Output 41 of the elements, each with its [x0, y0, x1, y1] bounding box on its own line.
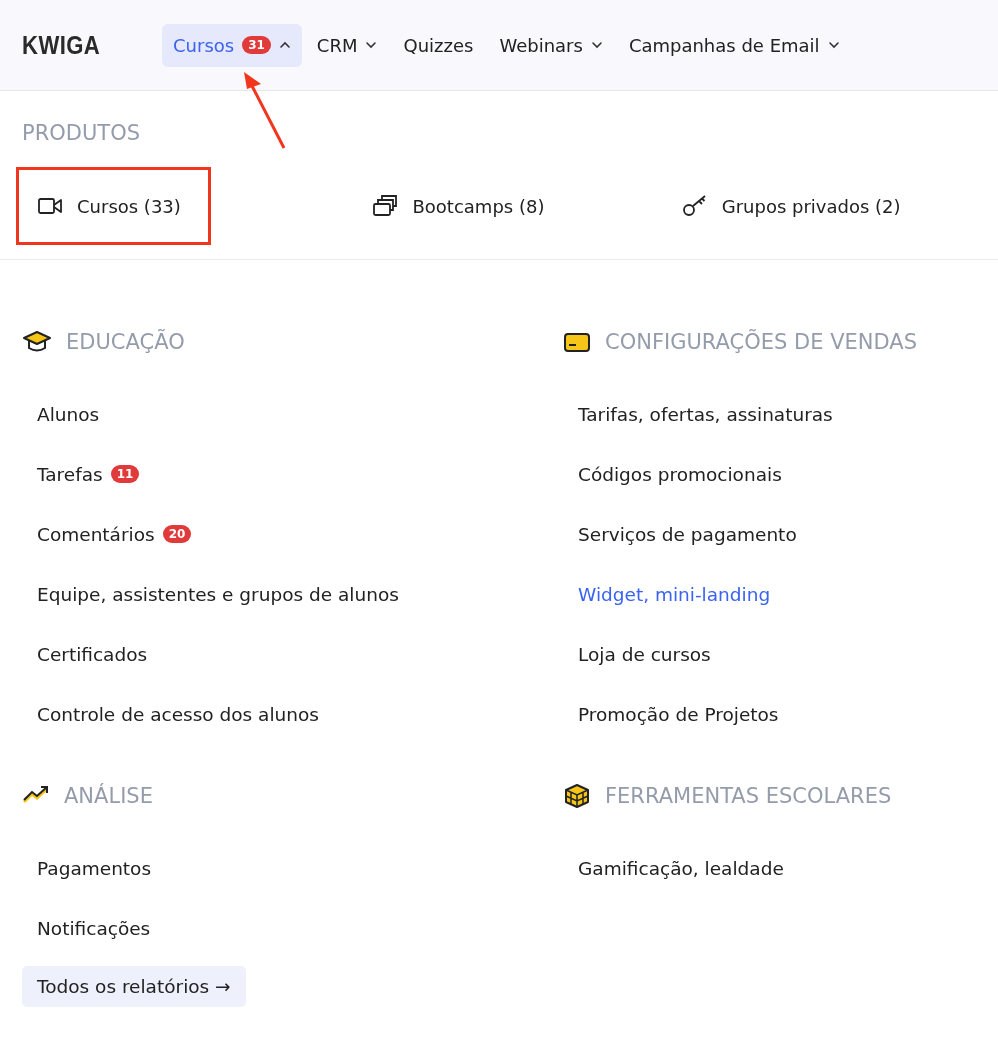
menu-link[interactable]: Serviços de pagamento	[578, 523, 797, 545]
menu-link[interactable]: Controle de acesso dos alunos	[37, 703, 319, 725]
menu-link[interactable]: Comentários	[37, 523, 155, 545]
menu-link[interactable]: Equipe, assistentes e grupos de alunos	[37, 583, 399, 605]
chevron-down-icon	[827, 41, 840, 49]
menu-link[interactable]: Certificados	[37, 643, 148, 665]
count-badge: 11	[110, 465, 140, 483]
menu-link[interactable]: Alunos	[37, 403, 100, 425]
graduation-cap-icon	[22, 330, 52, 354]
chevron-down-icon	[590, 41, 603, 49]
count-badge: 20	[162, 525, 192, 543]
key-icon	[681, 194, 708, 218]
menu-link[interactable]: Tarefas	[37, 463, 103, 485]
nav-tab[interactable]: Webinars	[488, 23, 614, 67]
section-title: CONFIGURAÇÕES DE VENDAS	[605, 330, 917, 354]
menu-link[interactable]: Pagamentos	[37, 857, 152, 879]
menu-link[interactable]: Loja de cursos	[578, 643, 711, 665]
menu-link[interactable]: Tarifas, ofertas, assinaturas	[578, 403, 833, 425]
nav-tab[interactable]: Campanhas de Email	[617, 23, 851, 67]
nav-tab[interactable]: CRM	[305, 23, 389, 67]
credit-card-icon	[563, 331, 591, 353]
chevron-up-icon	[278, 41, 291, 49]
section-title: FERRAMENTAS ESCOLARES	[605, 784, 892, 808]
video-camera-icon	[37, 196, 63, 216]
menu-link[interactable]: Códigos promocionais	[578, 463, 782, 485]
section-title: ANÁLISE	[64, 784, 153, 808]
menu-link[interactable]: Promoção de Projetos	[578, 703, 779, 725]
product-link[interactable]: Cursos (33)	[16, 167, 212, 245]
stacked-cards-icon	[372, 194, 399, 218]
chevron-down-icon	[365, 41, 378, 49]
section-title: PRODUTOS	[22, 121, 141, 145]
section-title: EDUCAÇÃO	[66, 330, 185, 354]
cube-icon	[563, 783, 591, 809]
menu-link[interactable]: Gamificação, lealdade	[578, 857, 784, 879]
count-badge: 31	[242, 36, 271, 54]
nav-tab[interactable]: Cursos 31	[162, 23, 302, 67]
nav-tab[interactable]: Quizzes	[392, 23, 485, 67]
menu-link[interactable]: Widget, mini-landing	[578, 583, 771, 605]
logo[interactable]: KWIGA	[22, 29, 124, 61]
menu-link[interactable]: Notificações	[37, 917, 151, 939]
all-reports-button[interactable]: Todos os relatórios →	[22, 966, 246, 1007]
